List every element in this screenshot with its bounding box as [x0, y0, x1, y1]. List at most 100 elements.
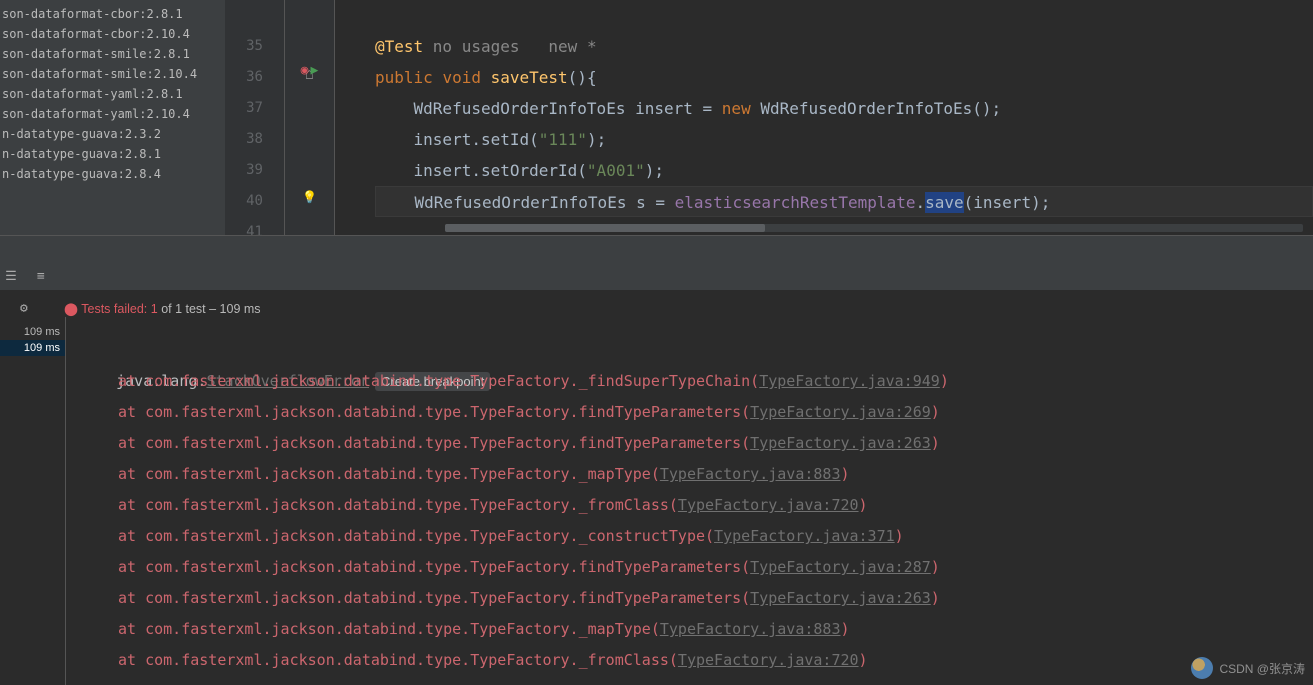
stack-frame-close: ) [859, 651, 868, 669]
line-number[interactable]: 36 [225, 62, 284, 93]
stack-frame-close: ) [931, 403, 940, 421]
stack-frame: at com.fasterxml.jackson.databind.type.T… [80, 397, 1303, 428]
stack-frame: at com.fasterxml.jackson.databind.type.T… [80, 428, 1303, 459]
stack-frame-text: at com.fasterxml.jackson.databind.type.T… [118, 465, 660, 483]
selected-save[interactable]: save [925, 192, 964, 213]
stack-frame-text: at com.fasterxml.jackson.databind.type.T… [118, 372, 759, 390]
save-args: (insert); [964, 193, 1051, 212]
stack-frame: at com.fasterxml.jackson.databind.type.T… [80, 490, 1303, 521]
stack-frame-text: at com.fasterxml.jackson.databind.type.T… [118, 496, 678, 514]
collapse-icon[interactable]: ≡ [30, 269, 52, 284]
line-number[interactable]: 38 [225, 124, 284, 155]
test-tree-times[interactable]: 109 ms 109 ms [0, 324, 65, 356]
str-111: "111" [539, 130, 587, 149]
stack-frame-close: ) [931, 434, 940, 452]
intention-bulb-icon[interactable]: 💡 [302, 190, 317, 204]
library-entry[interactable]: son-dataformat-smile:2.10.4 [0, 64, 225, 84]
dot: . [915, 193, 925, 212]
stack-frame-link[interactable]: TypeFactory.java:263 [750, 589, 931, 607]
fail-dot-icon: ⬤ [64, 302, 81, 316]
stack-frame-link[interactable]: TypeFactory.java:371 [714, 527, 895, 545]
close-2: ); [645, 161, 664, 180]
tool-icons: ☰ ≡ [0, 269, 52, 284]
library-entry[interactable]: son-dataformat-yaml:2.10.4 [0, 104, 225, 124]
run-with-coverage-icon[interactable]: ◉ [301, 63, 309, 78]
run-test-icon[interactable]: ▶ [311, 63, 319, 78]
stack-frame-link[interactable]: TypeFactory.java:269 [750, 403, 931, 421]
stack-frame-close: ) [859, 496, 868, 514]
line-number[interactable] [225, 0, 284, 31]
stack-frame-text: at com.fasterxml.jackson.databind.type.T… [118, 651, 678, 669]
stack-frame-link[interactable]: TypeFactory.java:720 [678, 651, 859, 669]
eq-2: = [646, 193, 675, 212]
usages-hint[interactable]: no usages [433, 37, 520, 56]
line-number[interactable]: 35 [225, 31, 284, 62]
code-area[interactable]: no usages new * @Test public void saveTe… [335, 0, 1313, 235]
library-entry[interactable]: son-dataformat-smile:2.8.1 [0, 44, 225, 64]
gutter-icon-strip: ◉ ▶ ☖ 💡 [285, 0, 335, 235]
stack-frame-close: ) [931, 558, 940, 576]
stack-frame-text: at com.fasterxml.jackson.databind.type.T… [118, 403, 750, 421]
line-number[interactable]: 40 [225, 186, 284, 217]
stack-frame-text: at com.fasterxml.jackson.databind.type.T… [118, 589, 750, 607]
library-entry[interactable]: son-dataformat-cbor:2.10.4 [0, 24, 225, 44]
stack-frame: at com.fasterxml.jackson.databind.type.T… [80, 552, 1303, 583]
stack-frame-link[interactable]: TypeFactory.java:720 [678, 496, 859, 514]
stack-frame-text: at com.fasterxml.jackson.databind.type.T… [118, 558, 750, 576]
globe-icon [1191, 657, 1213, 679]
type-2: WdRefusedOrderInfoToEs [415, 193, 627, 212]
editor-scroll-thumb[interactable] [445, 224, 765, 232]
stack-frame-close: ) [840, 465, 849, 483]
stack-frame: at com.fasterxml.jackson.databind.type.T… [80, 459, 1303, 490]
watermark: CSDN @张京涛 [1191, 657, 1305, 679]
stack-frame: at com.fasterxml.jackson.databind.type.T… [80, 583, 1303, 614]
stack-frame-text: at com.fasterxml.jackson.databind.type.T… [118, 620, 660, 638]
run-tool-window: ☰ ≡ ⚙ ⬤ Tests failed: 1 of 1 test – 109 … [0, 235, 1313, 290]
library-entry[interactable]: son-dataformat-yaml:2.8.1 [0, 84, 225, 104]
library-entry[interactable]: n-datatype-guava:2.8.1 [0, 144, 225, 164]
watermark-text: CSDN @张京涛 [1219, 660, 1305, 677]
stack-frame-link[interactable]: TypeFactory.java:949 [759, 372, 940, 390]
test-time-0[interactable]: 109 ms [0, 324, 65, 340]
field-est: elasticsearchRestTemplate [675, 193, 916, 212]
editor-horizontal-scrollbar[interactable] [445, 224, 1303, 232]
project-libraries[interactable]: son-dataformat-cbor:2.8.1son-dataformat-… [0, 0, 225, 235]
line-gutter: 35363738394041 [225, 0, 285, 235]
new-hint: new * [548, 37, 596, 56]
stack-frame-close: ) [895, 527, 904, 545]
settings-gear-icon[interactable]: ⚙ [20, 301, 28, 316]
stack-frame-link[interactable]: TypeFactory.java:883 [660, 620, 841, 638]
kw-void: void [442, 68, 481, 87]
console-output[interactable]: java.lang.StackOverflowErrorCreate break… [65, 317, 1313, 685]
library-entry[interactable]: son-dataformat-cbor:2.8.1 [0, 4, 225, 24]
stack-frame-text: at com.fasterxml.jackson.databind.type.T… [118, 527, 714, 545]
annotation-test: @Test [375, 37, 423, 56]
str-a001: "A001" [587, 161, 645, 180]
library-entry[interactable]: n-datatype-guava:2.3.2 [0, 124, 225, 144]
layout-icon[interactable]: ☰ [0, 269, 22, 284]
stack-frame-close: ) [840, 620, 849, 638]
method-paren: (){ [568, 68, 597, 87]
code-editor[interactable]: 35363738394041 ◉ ▶ ☖ 💡 no usages new * @… [225, 0, 1313, 235]
call-setorderid: insert.setOrderId( [414, 161, 587, 180]
close-1: ); [587, 130, 606, 149]
method-name: saveTest [491, 68, 568, 87]
stack-frame-link[interactable]: TypeFactory.java:263 [750, 434, 931, 452]
line-number[interactable]: 37 [225, 93, 284, 124]
tests-failed-label: Tests failed: [81, 302, 147, 316]
stack-frame: at com.fasterxml.jackson.databind.type.T… [80, 614, 1303, 645]
stack-frame-close: ) [940, 372, 949, 390]
eq: = [693, 99, 722, 118]
library-entry[interactable]: n-datatype-guava:2.8.4 [0, 164, 225, 184]
stack-frame: at com.fasterxml.jackson.databind.type.T… [80, 645, 1303, 676]
var-s: s [636, 193, 646, 212]
stack-frame: at com.fasterxml.jackson.databind.type.T… [80, 521, 1303, 552]
stack-frame-link[interactable]: TypeFactory.java:883 [660, 465, 841, 483]
stack-frame-link[interactable]: TypeFactory.java:287 [750, 558, 931, 576]
test-status: ⬤ Tests failed: 1 of 1 test – 109 ms [64, 301, 261, 316]
var-insert: insert [635, 99, 693, 118]
type-1: WdRefusedOrderInfoToEs [414, 99, 626, 118]
line-number[interactable]: 39 [225, 155, 284, 186]
test-time-1[interactable]: 109 ms [0, 340, 65, 356]
kw-public: public [375, 68, 433, 87]
